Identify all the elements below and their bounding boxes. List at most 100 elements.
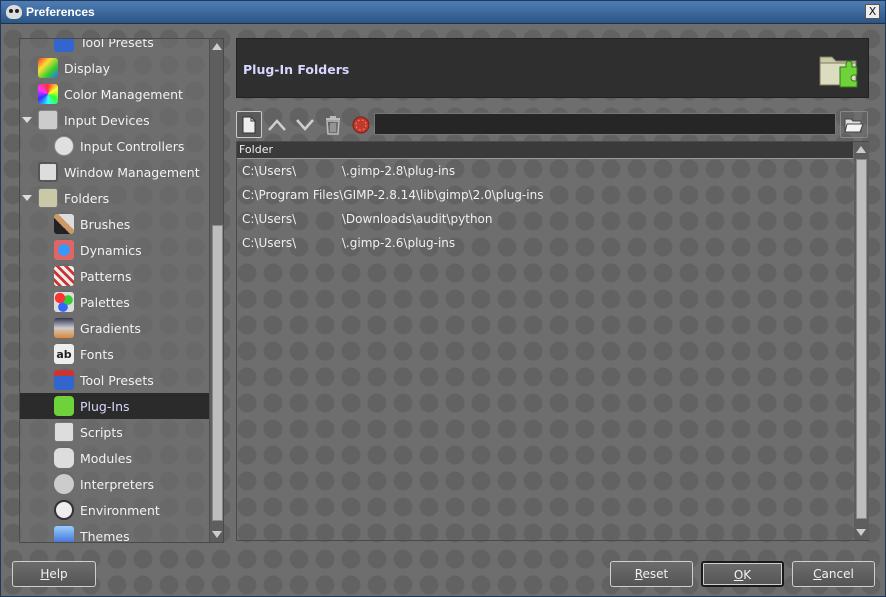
input-controllers-icon [54,136,74,156]
scroll-down-arrow-icon[interactable] [856,529,866,536]
scripts-icon [54,422,74,442]
sidebar-item-tool-presets[interactable]: Tool Presets [20,38,209,55]
sidebar-item-modules[interactable]: Modules [20,445,209,471]
sidebar-item-label: Color Management [64,86,183,102]
sidebar-item-fonts[interactable]: ab Fonts [20,341,209,367]
scroll-up-arrow-icon[interactable] [856,146,866,153]
sidebar-item-environment[interactable]: Environment [20,497,209,523]
plug-ins-icon [54,396,74,416]
scroll-up-arrow-icon[interactable] [212,43,222,50]
folder-toolbar [236,111,869,139]
browse-folder-button[interactable] [840,111,868,138]
page-header: Plug-In Folders [236,38,869,98]
reset-mnemonic: R [634,567,643,581]
environment-icon [54,500,74,520]
sidebar-item-display[interactable]: Display [20,55,209,81]
folder-list-scrollbar[interactable] [854,142,869,540]
sidebar-item-label: Input Devices [64,112,150,128]
tool-presets-icon [54,39,74,52]
gimp-app-icon [6,5,22,19]
scroll-down-arrow-icon[interactable] [212,531,222,538]
folder-row[interactable]: C:\Users\ \.gimp-2.8\plug-ins [237,159,853,183]
expander-arrow-icon[interactable] [22,117,32,123]
sidebar-item-label: Tool Presets [80,38,154,50]
page-title: Plug-In Folders [243,62,350,77]
help-button[interactable]: Help [12,561,96,587]
dynamics-icon [54,240,74,260]
folder-row[interactable]: C:\Users\ \Downloads\audit\python [237,207,853,231]
path-status-indicator [348,111,374,138]
sidebar-item-input-controllers[interactable]: Input Controllers [20,133,209,159]
sidebar-item-scripts[interactable]: Scripts [20,419,209,445]
sidebar-item-label: Palettes [80,294,130,310]
ok-button[interactable]: OK [701,561,784,587]
title-bar[interactable]: Preferences X [1,1,885,24]
sidebar-item-palettes[interactable]: Palettes [20,289,209,315]
interpreters-icon [54,474,74,494]
move-up-button[interactable] [264,111,290,138]
gradients-icon [54,318,74,338]
sidebar-item-input-devices[interactable]: Input Devices [20,107,209,133]
sidebar-item-themes[interactable]: Themes [20,523,209,543]
sidebar-item-label: Display [64,60,111,76]
folder-list: Folder C:\Users\ \.gimp-2.8\plug-ins C:\… [236,141,869,541]
help-label: elp [49,567,68,581]
sidebar-item-folders[interactable]: Folders [20,185,209,211]
color-management-icon [38,84,58,104]
fonts-icon: ab [54,344,74,364]
sidebar-item-label: Tool Presets [80,372,154,388]
sidebar-item-label: Window Management [64,164,200,180]
display-icon [38,58,58,78]
sidebar-item-label: Input Controllers [80,138,185,154]
move-up-icon [268,118,286,131]
expander-arrow-icon[interactable] [22,195,32,201]
sidebar-scrollbar[interactable] [209,39,223,542]
plug-in-folder-icon [819,56,858,88]
sidebar-item-label: Modules [80,450,132,466]
brushes-icon [54,214,74,234]
sidebar-item-label: Themes [80,528,130,543]
scrollbar-thumb[interactable] [856,159,867,519]
sidebar-item-label: Dynamics [80,242,142,258]
scrollbar-thumb[interactable] [212,225,223,521]
sidebar-item-label: Gradients [80,320,141,336]
sidebar-item-interpreters[interactable]: Interpreters [20,471,209,497]
delete-folder-button[interactable] [320,111,346,138]
close-button[interactable]: X [865,4,880,19]
sidebar-item-dynamics[interactable]: Dynamics [20,237,209,263]
sidebar-item-label: Brushes [80,216,131,232]
sidebar-item-tool-presets[interactable]: Tool Presets [20,367,209,393]
sidebar-item-color-management[interactable]: Color Management [20,81,209,107]
move-down-icon [296,118,314,131]
sidebar-item-label: Interpreters [80,476,155,492]
sidebar-item-plug-ins[interactable]: Plug-Ins [20,393,209,419]
ok-label: K [743,568,752,582]
reset-button[interactable]: Reset [610,561,693,587]
invalid-path-icon [352,116,370,133]
sidebar-item-label: Scripts [80,424,123,440]
cancel-button[interactable]: Cancel [792,561,875,587]
sidebar-item-patterns[interactable]: Patterns [20,263,209,289]
folder-row[interactable]: C:\Program Files\GIMP-2.8.14\lib\gimp\2.… [237,183,853,207]
reset-label: eset [642,567,669,581]
new-folder-button[interactable] [236,111,262,138]
input-devices-icon [38,110,58,130]
sidebar-item-gradients[interactable]: Gradients [20,315,209,341]
sidebar-item-label: Environment [80,502,160,518]
sidebar-item-window-management[interactable]: Window Management [20,159,209,185]
window-management-icon [38,162,58,182]
folder-row[interactable]: C:\Users\ \.gimp-2.6\plug-ins [237,231,853,255]
sidebar-item-label: Patterns [80,268,132,284]
cancel-mnemonic: C [813,567,822,581]
browse-folder-icon [844,118,864,132]
folder-path-input[interactable] [374,113,836,135]
palettes-icon [54,292,74,312]
column-header-folder[interactable]: Folder [237,142,853,159]
move-down-button[interactable] [292,111,318,138]
tool-presets-icon [54,370,74,390]
sidebar-item-label: Plug-Ins [80,398,130,414]
window-title: Preferences [26,5,95,19]
sidebar-item-brushes[interactable]: Brushes [20,211,209,237]
modules-icon [54,448,74,468]
ok-mnemonic: O [733,568,744,582]
